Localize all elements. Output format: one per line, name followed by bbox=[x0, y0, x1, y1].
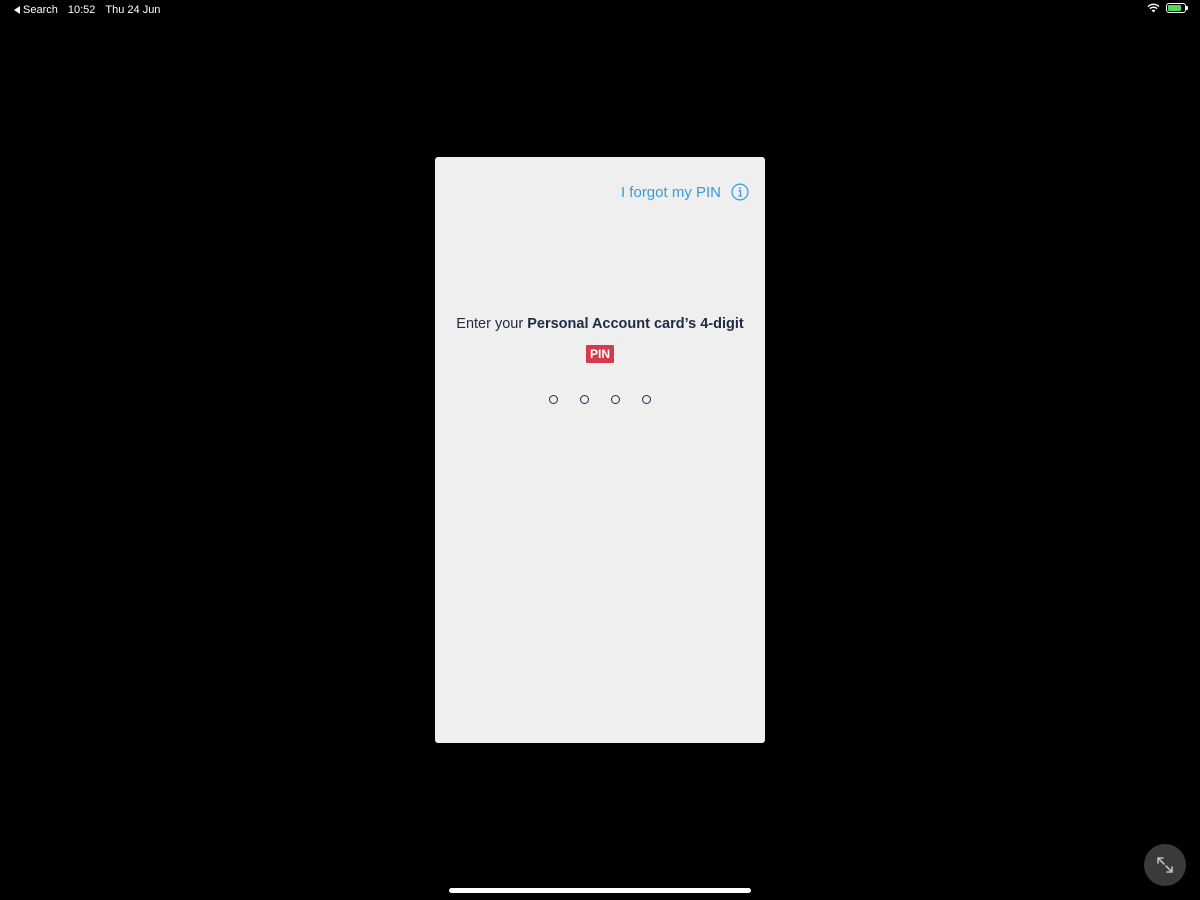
pin-dot bbox=[611, 395, 620, 404]
back-arrow-icon bbox=[14, 6, 20, 14]
pin-input-dots[interactable] bbox=[435, 395, 765, 404]
pin-dot bbox=[580, 395, 589, 404]
forgot-pin-link[interactable]: I forgot my PIN bbox=[621, 183, 749, 201]
forgot-pin-label: I forgot my PIN bbox=[620, 183, 721, 201]
expand-icon bbox=[1157, 857, 1173, 873]
status-time: 10:52 bbox=[67, 4, 96, 16]
battery-icon bbox=[1166, 3, 1188, 13]
pin-dot bbox=[549, 395, 558, 404]
expand-button[interactable] bbox=[1144, 844, 1186, 886]
status-date: Thu 24 Jun bbox=[105, 4, 161, 16]
pin-entry-card: I forgot my PIN Enter your Personal Acco… bbox=[435, 157, 765, 743]
info-icon[interactable] bbox=[731, 183, 749, 201]
status-right bbox=[1147, 3, 1188, 13]
pin-dot bbox=[642, 395, 651, 404]
wifi-icon bbox=[1147, 3, 1160, 13]
pin-badge: PIN bbox=[585, 345, 614, 363]
back-app-label: Search bbox=[23, 4, 58, 16]
battery-cap bbox=[1186, 6, 1188, 10]
home-indicator[interactable] bbox=[449, 888, 751, 893]
pin-prompt-prefix: Enter your bbox=[456, 316, 528, 332]
pin-prompt: Enter your Personal Account card’s 4-dig… bbox=[435, 316, 765, 332]
back-to-app-button[interactable]: Search bbox=[14, 4, 58, 16]
screen: Search 10:52 Thu 24 Jun I forgot my PIN bbox=[0, 0, 1200, 900]
battery-fill bbox=[1168, 5, 1181, 11]
pin-prompt-bold: Personal Account card’s 4-digit bbox=[527, 316, 744, 332]
status-left: Search 10:52 Thu 24 Jun bbox=[14, 4, 160, 16]
status-bar: Search 10:52 Thu 24 Jun bbox=[0, 0, 1200, 22]
pin-badge-wrap: PIN bbox=[435, 345, 765, 363]
